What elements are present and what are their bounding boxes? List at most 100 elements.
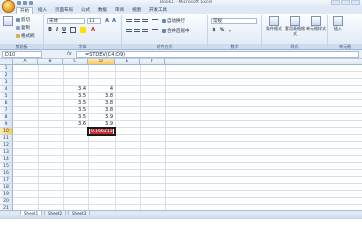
active-cell-d10[interactable]: 0.166211 bbox=[87, 127, 116, 136]
conditional-format-button[interactable]: 条件格式 bbox=[264, 16, 284, 32]
status-bar bbox=[0, 215, 362, 219]
save-icon[interactable] bbox=[17, 1, 21, 5]
tab-page-layout[interactable]: 页面布局 bbox=[52, 7, 76, 14]
formula-bar: D10 fx =STDEV(C4:D9) bbox=[0, 50, 362, 59]
cell-c9[interactable]: 3.6 bbox=[63, 121, 88, 128]
cell-c7[interactable]: 3.5 bbox=[63, 107, 88, 114]
row-header-18[interactable]: 18 bbox=[0, 184, 13, 191]
alignment-group: 自动换行 合并后居中 对齐方式 bbox=[122, 15, 208, 49]
cell-d5[interactable]: 3.8 bbox=[88, 93, 115, 100]
orientation-icon[interactable] bbox=[152, 18, 158, 23]
row-header-16[interactable]: 16 bbox=[0, 170, 13, 177]
font-color-icon[interactable]: A bbox=[90, 27, 96, 33]
cell-d4[interactable]: 4 bbox=[88, 86, 115, 93]
row-header-13[interactable]: 13 bbox=[0, 149, 13, 156]
font-name-select[interactable]: 宋体 bbox=[47, 18, 85, 24]
redo-icon[interactable] bbox=[29, 1, 33, 5]
align-top-icon[interactable] bbox=[126, 18, 132, 23]
row-header-14[interactable]: 14 bbox=[0, 156, 13, 163]
cut-label: 剪切 bbox=[21, 18, 30, 23]
cell-c5[interactable]: 3.5 bbox=[63, 93, 88, 100]
row-header-2[interactable]: 2 bbox=[0, 72, 13, 79]
cell-styles-label: 单元格样式 bbox=[306, 26, 326, 31]
row-header-19[interactable]: 19 bbox=[0, 191, 13, 198]
row-header-10[interactable]: 10 bbox=[0, 128, 13, 135]
table-format-label: 套用表格格式 bbox=[285, 26, 305, 36]
maximize-button[interactable] bbox=[341, 0, 350, 5]
align-bottom-icon[interactable] bbox=[142, 18, 148, 23]
format-painter-button[interactable]: 格式刷 bbox=[16, 33, 35, 39]
wrap-text-label: 自动换行 bbox=[167, 19, 185, 24]
table-format-button[interactable]: 套用表格格式 bbox=[284, 16, 306, 36]
row-header-8[interactable]: 8 bbox=[0, 114, 13, 121]
name-box[interactable]: D10 bbox=[2, 51, 42, 58]
copy-button[interactable]: 复制 bbox=[16, 25, 30, 31]
comma-icon[interactable]: , bbox=[227, 28, 233, 34]
row-header-7[interactable]: 7 bbox=[0, 107, 13, 114]
gridline bbox=[165, 65, 166, 210]
cell-c6[interactable]: 3.5 bbox=[63, 100, 88, 107]
wrap-text-icon bbox=[162, 19, 166, 23]
ribbon-tabs: 开始 插入 页面布局 公式 数据 审阅 视图 开发工具 bbox=[0, 7, 362, 14]
formula-input[interactable]: =STDEV(C4:D9) bbox=[76, 51, 359, 58]
number-group: 常规 $ % , 数字 bbox=[208, 15, 262, 49]
undo-icon[interactable] bbox=[23, 1, 27, 5]
fill-color-icon[interactable] bbox=[80, 27, 86, 33]
tab-data[interactable]: 数据 bbox=[95, 7, 110, 14]
insert-cells-icon bbox=[333, 16, 343, 26]
row-header-3[interactable]: 3 bbox=[0, 79, 13, 86]
row-header-1[interactable]: 1 bbox=[0, 65, 13, 72]
align-middle-icon[interactable] bbox=[134, 18, 140, 23]
row-header-6[interactable]: 6 bbox=[0, 100, 13, 107]
office-button[interactable] bbox=[2, 0, 15, 13]
minimize-button[interactable] bbox=[331, 0, 340, 5]
cell-d7[interactable]: 3.8 bbox=[88, 107, 115, 114]
row-header-15[interactable]: 15 bbox=[0, 163, 13, 170]
cell-styles-button[interactable]: 单元格样式 bbox=[306, 16, 326, 32]
tab-formulas[interactable]: 公式 bbox=[78, 7, 93, 14]
bold-button[interactable]: B bbox=[47, 27, 53, 33]
conditional-format-label: 条件格式 bbox=[266, 26, 282, 31]
paste-button[interactable] bbox=[1, 16, 15, 27]
row-header-11[interactable]: 11 bbox=[0, 135, 13, 142]
cell-c4[interactable]: 3.4 bbox=[63, 86, 88, 93]
currency-icon[interactable]: $ bbox=[211, 28, 217, 34]
window-controls bbox=[331, 0, 360, 5]
underline-button[interactable]: U bbox=[61, 27, 67, 33]
close-button[interactable] bbox=[351, 0, 360, 5]
font-size-select[interactable]: 11 bbox=[87, 18, 101, 24]
align-left-icon[interactable] bbox=[126, 28, 132, 33]
insert-cells-button[interactable]: 插入 bbox=[330, 16, 346, 32]
wrap-text-button[interactable]: 自动换行 bbox=[162, 18, 185, 24]
tab-developer[interactable]: 开发工具 bbox=[146, 7, 170, 14]
scissors-icon bbox=[16, 18, 20, 22]
tab-review[interactable]: 审阅 bbox=[112, 7, 127, 14]
grow-font-button[interactable]: A bbox=[104, 18, 110, 24]
cell-d6[interactable]: 3.8 bbox=[88, 100, 115, 107]
tab-home[interactable]: 开始 bbox=[16, 7, 33, 14]
cell-c8[interactable]: 3.5 bbox=[63, 114, 88, 121]
border-icon[interactable] bbox=[70, 27, 76, 33]
row-header-9[interactable]: 9 bbox=[0, 121, 13, 128]
row-header-20[interactable]: 20 bbox=[0, 198, 13, 205]
row-header-12[interactable]: 12 bbox=[0, 142, 13, 149]
clipboard-group: 剪切 复制 格式刷 剪贴板 bbox=[0, 15, 44, 49]
row-header-5[interactable]: 5 bbox=[0, 93, 13, 100]
quick-access-toolbar bbox=[17, 1, 33, 5]
cut-button[interactable]: 剪切 bbox=[16, 17, 30, 23]
cells-group: 插入 单元格 bbox=[328, 15, 362, 49]
cell-d8[interactable]: 3.9 bbox=[88, 114, 115, 121]
fx-icon[interactable]: fx bbox=[67, 51, 72, 58]
tab-view[interactable]: 视图 bbox=[129, 7, 144, 14]
row-header-17[interactable]: 17 bbox=[0, 177, 13, 184]
percent-icon[interactable]: % bbox=[219, 28, 225, 34]
merge-center-button[interactable]: 合并后居中 bbox=[162, 28, 190, 34]
number-format-select[interactable]: 常规 bbox=[211, 18, 257, 24]
tab-insert[interactable]: 插入 bbox=[35, 7, 50, 14]
shrink-font-button[interactable]: A bbox=[111, 18, 117, 24]
indent-icon[interactable] bbox=[152, 28, 158, 33]
italic-button[interactable]: I bbox=[54, 27, 60, 33]
row-header-4[interactable]: 4 bbox=[0, 86, 13, 93]
align-right-icon[interactable] bbox=[142, 28, 148, 33]
align-center-icon[interactable] bbox=[134, 28, 140, 33]
